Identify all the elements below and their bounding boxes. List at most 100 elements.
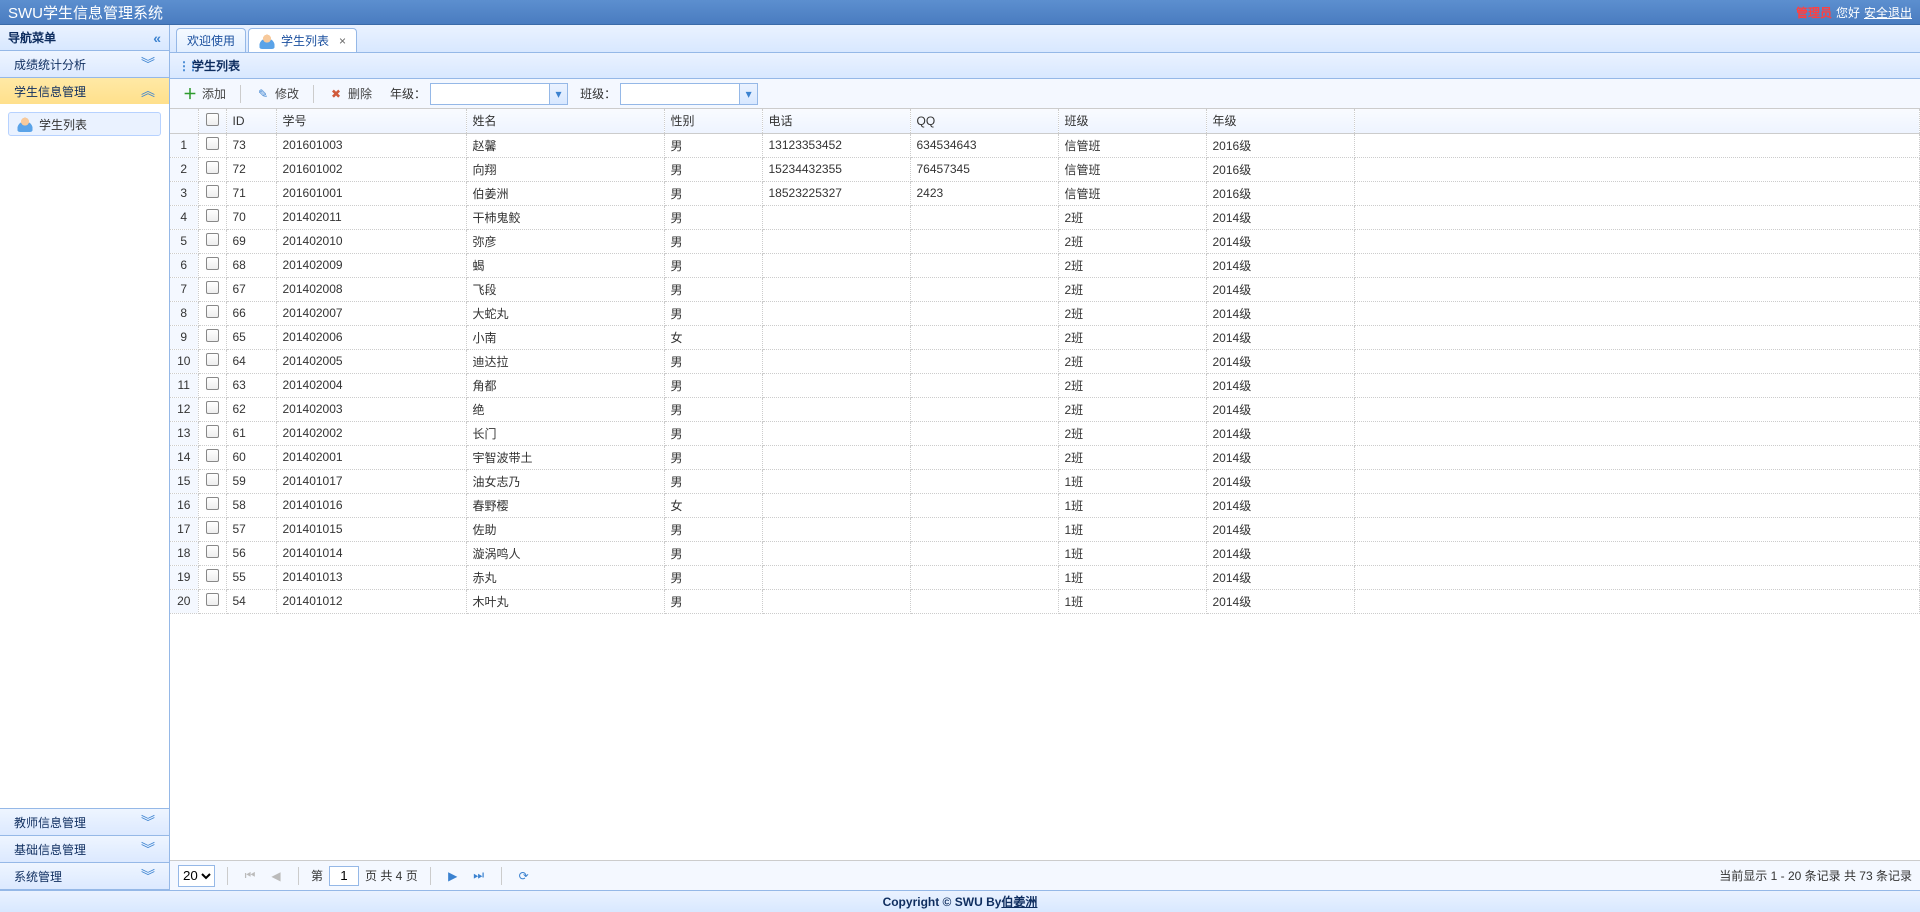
first-page-button[interactable]: ⏮: [240, 866, 260, 886]
col-gender[interactable]: 性别: [664, 109, 762, 133]
next-page-button[interactable]: ▶: [443, 866, 463, 886]
table-row[interactable]: 1757201401015佐助男1班2014级: [170, 517, 1920, 541]
chevron-down-icon[interactable]: ▾: [739, 84, 757, 104]
col-qq[interactable]: QQ: [910, 109, 1058, 133]
checkbox-cell[interactable]: [198, 589, 226, 613]
table-row[interactable]: 866201402007大蛇丸男2班2014级: [170, 301, 1920, 325]
col-id[interactable]: ID: [226, 109, 276, 133]
col-class[interactable]: 班级: [1058, 109, 1206, 133]
checkbox-icon[interactable]: [206, 425, 219, 438]
checkbox-icon[interactable]: [206, 545, 219, 558]
checkbox-header[interactable]: [198, 109, 226, 133]
checkbox-cell[interactable]: [198, 325, 226, 349]
checkbox-cell[interactable]: [198, 205, 226, 229]
table-row[interactable]: 668201402009蝎男2班2014级: [170, 253, 1920, 277]
sidebar-item-student-mgmt[interactable]: 学生信息管理 ︽: [0, 78, 169, 104]
table-row[interactable]: 1064201402005迪达拉男2班2014级: [170, 349, 1920, 373]
checkbox-icon[interactable]: [206, 281, 219, 294]
table-row[interactable]: 1658201401016春野樱女1班2014级: [170, 493, 1920, 517]
footer-author-link[interactable]: 伯姜洲: [1001, 893, 1037, 910]
nav-node-student-list[interactable]: 学生列表: [8, 112, 161, 136]
table-row[interactable]: 2054201401012木叶丸男1班2014级: [170, 589, 1920, 613]
table-row[interactable]: 767201402008飞段男2班2014级: [170, 277, 1920, 301]
table-row[interactable]: 272201601002向翔男1523443235576457345信管班201…: [170, 157, 1920, 181]
checkbox-cell[interactable]: [198, 301, 226, 325]
col-sn[interactable]: 学号: [276, 109, 466, 133]
table-row[interactable]: 371201601001伯姜洲男185232253272423信管班2016级: [170, 181, 1920, 205]
checkbox-icon[interactable]: [206, 161, 219, 174]
checkbox-cell[interactable]: [198, 565, 226, 589]
col-name[interactable]: 姓名: [466, 109, 664, 133]
table-row[interactable]: 1460201402001宇智波带土男2班2014级: [170, 445, 1920, 469]
checkbox-icon[interactable]: [206, 593, 219, 606]
checkbox-cell[interactable]: [198, 133, 226, 157]
checkbox-icon[interactable]: [206, 569, 219, 582]
checkbox-cell[interactable]: [198, 541, 226, 565]
prev-page-button[interactable]: ◀: [266, 866, 286, 886]
logout-link[interactable]: 安全退出: [1864, 4, 1912, 21]
delete-button[interactable]: ✖ 删除: [322, 83, 378, 104]
sidebar-item-basic-mgmt[interactable]: 基础信息管理 ︾: [0, 836, 169, 862]
table-row[interactable]: 1361201402002长门男2班2014级: [170, 421, 1920, 445]
edit-button[interactable]: ✎ 修改: [249, 83, 305, 104]
sidebar-item-score-stats[interactable]: 成绩统计分析 ︾: [0, 51, 169, 77]
last-page-button[interactable]: ⏭: [469, 866, 489, 886]
checkbox-cell[interactable]: [198, 349, 226, 373]
checkbox-cell[interactable]: [198, 421, 226, 445]
page-size-select[interactable]: 20: [178, 865, 215, 887]
sidebar-item-teacher-mgmt[interactable]: 教师信息管理 ︾: [0, 809, 169, 835]
nav-header[interactable]: 导航菜单 «: [0, 25, 169, 51]
close-icon[interactable]: ×: [339, 34, 346, 48]
checkbox-cell[interactable]: [198, 181, 226, 205]
checkbox-cell[interactable]: [198, 493, 226, 517]
checkbox-icon[interactable]: [206, 233, 219, 246]
class-combo[interactable]: ▾: [620, 83, 758, 105]
table-row[interactable]: 1163201402004角都男2班2014级: [170, 373, 1920, 397]
table-row[interactable]: 1955201401013赤丸男1班2014级: [170, 565, 1920, 589]
table-row[interactable]: 965201402006小南女2班2014级: [170, 325, 1920, 349]
table-row[interactable]: 1559201401017油女志乃男1班2014级: [170, 469, 1920, 493]
checkbox-icon[interactable]: [206, 257, 219, 270]
checkbox-icon[interactable]: [206, 185, 219, 198]
checkbox-cell[interactable]: [198, 277, 226, 301]
table-row[interactable]: 470201402011干柿鬼鲛男2班2014级: [170, 205, 1920, 229]
table-row[interactable]: 1856201401014漩涡鸣人男1班2014级: [170, 541, 1920, 565]
tab-student-list[interactable]: 学生列表 ×: [248, 28, 357, 52]
grade-input[interactable]: [431, 84, 549, 104]
checkbox-icon[interactable]: [206, 113, 219, 126]
cell-id: 65: [226, 325, 276, 349]
checkbox-cell[interactable]: [198, 229, 226, 253]
class-input[interactable]: [621, 84, 739, 104]
checkbox-cell[interactable]: [198, 445, 226, 469]
checkbox-icon[interactable]: [206, 497, 219, 510]
col-grade[interactable]: 年级: [1206, 109, 1354, 133]
table-row[interactable]: 173201601003赵馨男13123353452634534643信管班20…: [170, 133, 1920, 157]
checkbox-cell[interactable]: [198, 373, 226, 397]
checkbox-cell[interactable]: [198, 253, 226, 277]
page-number-input[interactable]: [329, 866, 359, 886]
chevron-down-icon[interactable]: ▾: [549, 84, 567, 104]
refresh-button[interactable]: ⟳: [514, 866, 534, 886]
col-phone[interactable]: 电话: [762, 109, 910, 133]
checkbox-icon[interactable]: [206, 377, 219, 390]
checkbox-cell[interactable]: [198, 517, 226, 541]
checkbox-icon[interactable]: [206, 305, 219, 318]
table-row[interactable]: 1262201402003绝男2班2014级: [170, 397, 1920, 421]
checkbox-icon[interactable]: [206, 521, 219, 534]
checkbox-cell[interactable]: [198, 397, 226, 421]
tab-welcome[interactable]: 欢迎使用: [176, 28, 246, 52]
grade-combo[interactable]: ▾: [430, 83, 568, 105]
checkbox-icon[interactable]: [206, 473, 219, 486]
checkbox-icon[interactable]: [206, 137, 219, 150]
checkbox-cell[interactable]: [198, 469, 226, 493]
checkbox-icon[interactable]: [206, 353, 219, 366]
table-wrap[interactable]: ID 学号 姓名 性别 电话 QQ 班级 年级 173201601003赵馨男1…: [170, 109, 1920, 860]
sidebar-item-system-mgmt[interactable]: 系统管理 ︾: [0, 863, 169, 889]
checkbox-icon[interactable]: [206, 401, 219, 414]
checkbox-icon[interactable]: [206, 329, 219, 342]
checkbox-cell[interactable]: [198, 157, 226, 181]
table-row[interactable]: 569201402010弥彦男2班2014级: [170, 229, 1920, 253]
checkbox-icon[interactable]: [206, 209, 219, 222]
add-button[interactable]: ＋ 添加: [176, 83, 232, 104]
checkbox-icon[interactable]: [206, 449, 219, 462]
